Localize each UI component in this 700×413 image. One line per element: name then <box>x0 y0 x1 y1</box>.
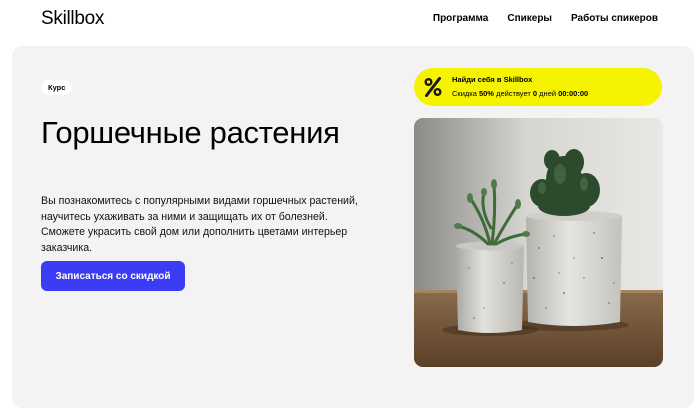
promo-banner[interactable]: Найди себя в Skillbox Скидка 50% действу… <box>414 68 662 106</box>
course-description: Вы познакомитесь с популярными видами го… <box>41 195 358 254</box>
promo-timer: 00:00:00 <box>558 89 589 98</box>
promo-discount: 50% <box>478 89 494 98</box>
promo-sub-middle: действует <box>493 89 533 98</box>
nav-link-speakers[interactable]: Спикеры <box>507 13 552 24</box>
promo-days-word: дней <box>537 89 559 98</box>
main-nav: Программа Спикеры Работы спикеров <box>414 13 658 24</box>
enroll-discount-button[interactable]: Записаться со скидкой <box>41 261 185 291</box>
course-title: Горшечные растения <box>41 115 340 150</box>
potted-plants-photo <box>414 118 663 367</box>
plants-illustration <box>414 118 663 367</box>
promo-countdown: Скидка 50% действует 0 дней 00:00:00 <box>452 89 588 98</box>
nav-link-speaker-works[interactable]: Работы спикеров <box>571 13 658 24</box>
promo-sub-prefix: Скидка <box>452 89 479 98</box>
top-bar: Skillbox Программа Спикеры Работы спикер… <box>0 0 700 40</box>
course-tag: Курс <box>41 80 73 95</box>
promo-title: Найди себя в Skillbox <box>452 75 533 84</box>
nav-link-program[interactable]: Программа <box>433 13 488 24</box>
skillbox-logo[interactable]: Skillbox <box>41 8 104 30</box>
percent-icon <box>424 77 442 97</box>
